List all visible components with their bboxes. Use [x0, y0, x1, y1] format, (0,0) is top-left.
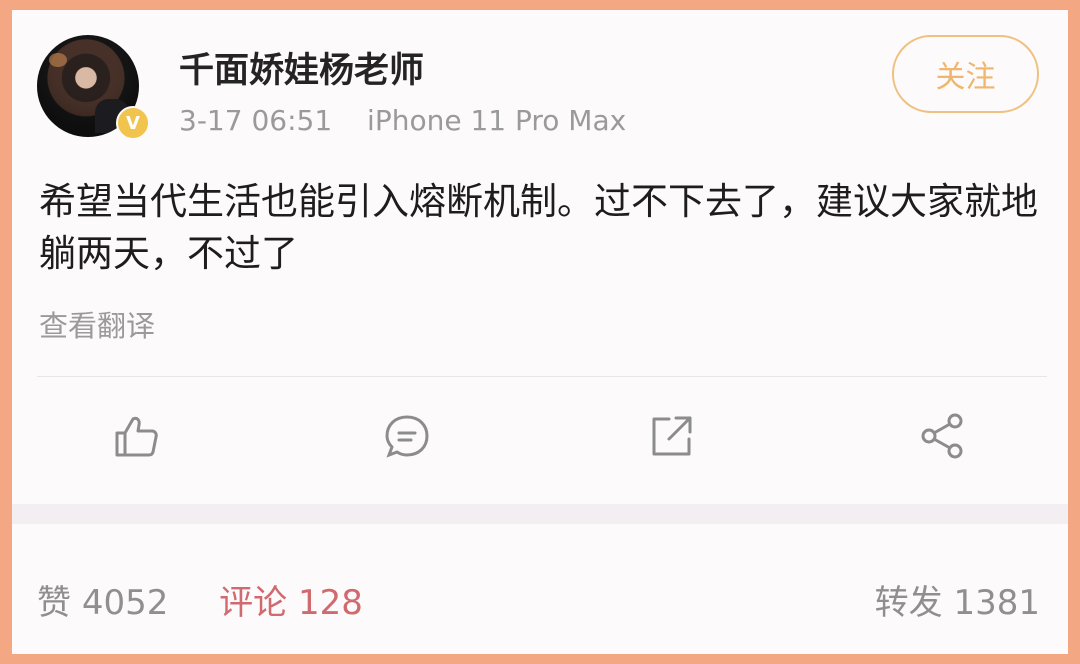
translate-link[interactable]: 查看翻译: [39, 303, 155, 345]
post-username[interactable]: 千面娇娃杨老师: [179, 42, 424, 93]
repost-icon[interactable]: [647, 410, 697, 462]
weibo-post-card: V 千面娇娃杨老师 3-17 06:51 iPhone 11 Pro Max 关…: [12, 10, 1068, 654]
action-divider: [37, 376, 1047, 377]
post-device: iPhone 11 Pro Max: [367, 104, 627, 137]
post-text: 希望当代生活也能引入熔断机制。过不下去了，建议大家就地躺两天，不过了: [39, 180, 1038, 275]
post-date: 3-17 06:51: [179, 104, 333, 137]
post-meta: 3-17 06:51 iPhone 11 Pro Max: [179, 104, 626, 137]
share-icon[interactable]: [917, 410, 967, 462]
section-separator: [12, 504, 1068, 524]
likes-stat[interactable]: 赞 4052: [37, 583, 168, 623]
comment-icon[interactable]: [382, 410, 432, 462]
post-stats: 赞 4052 评论 128: [37, 575, 363, 624]
follow-button[interactable]: 关注: [892, 35, 1039, 113]
thumbs-up-icon[interactable]: [111, 410, 161, 462]
verified-badge-icon: V: [116, 106, 150, 140]
comments-stat[interactable]: 评论 128: [219, 583, 363, 623]
reposts-stat[interactable]: 转发 1381: [875, 575, 1040, 624]
